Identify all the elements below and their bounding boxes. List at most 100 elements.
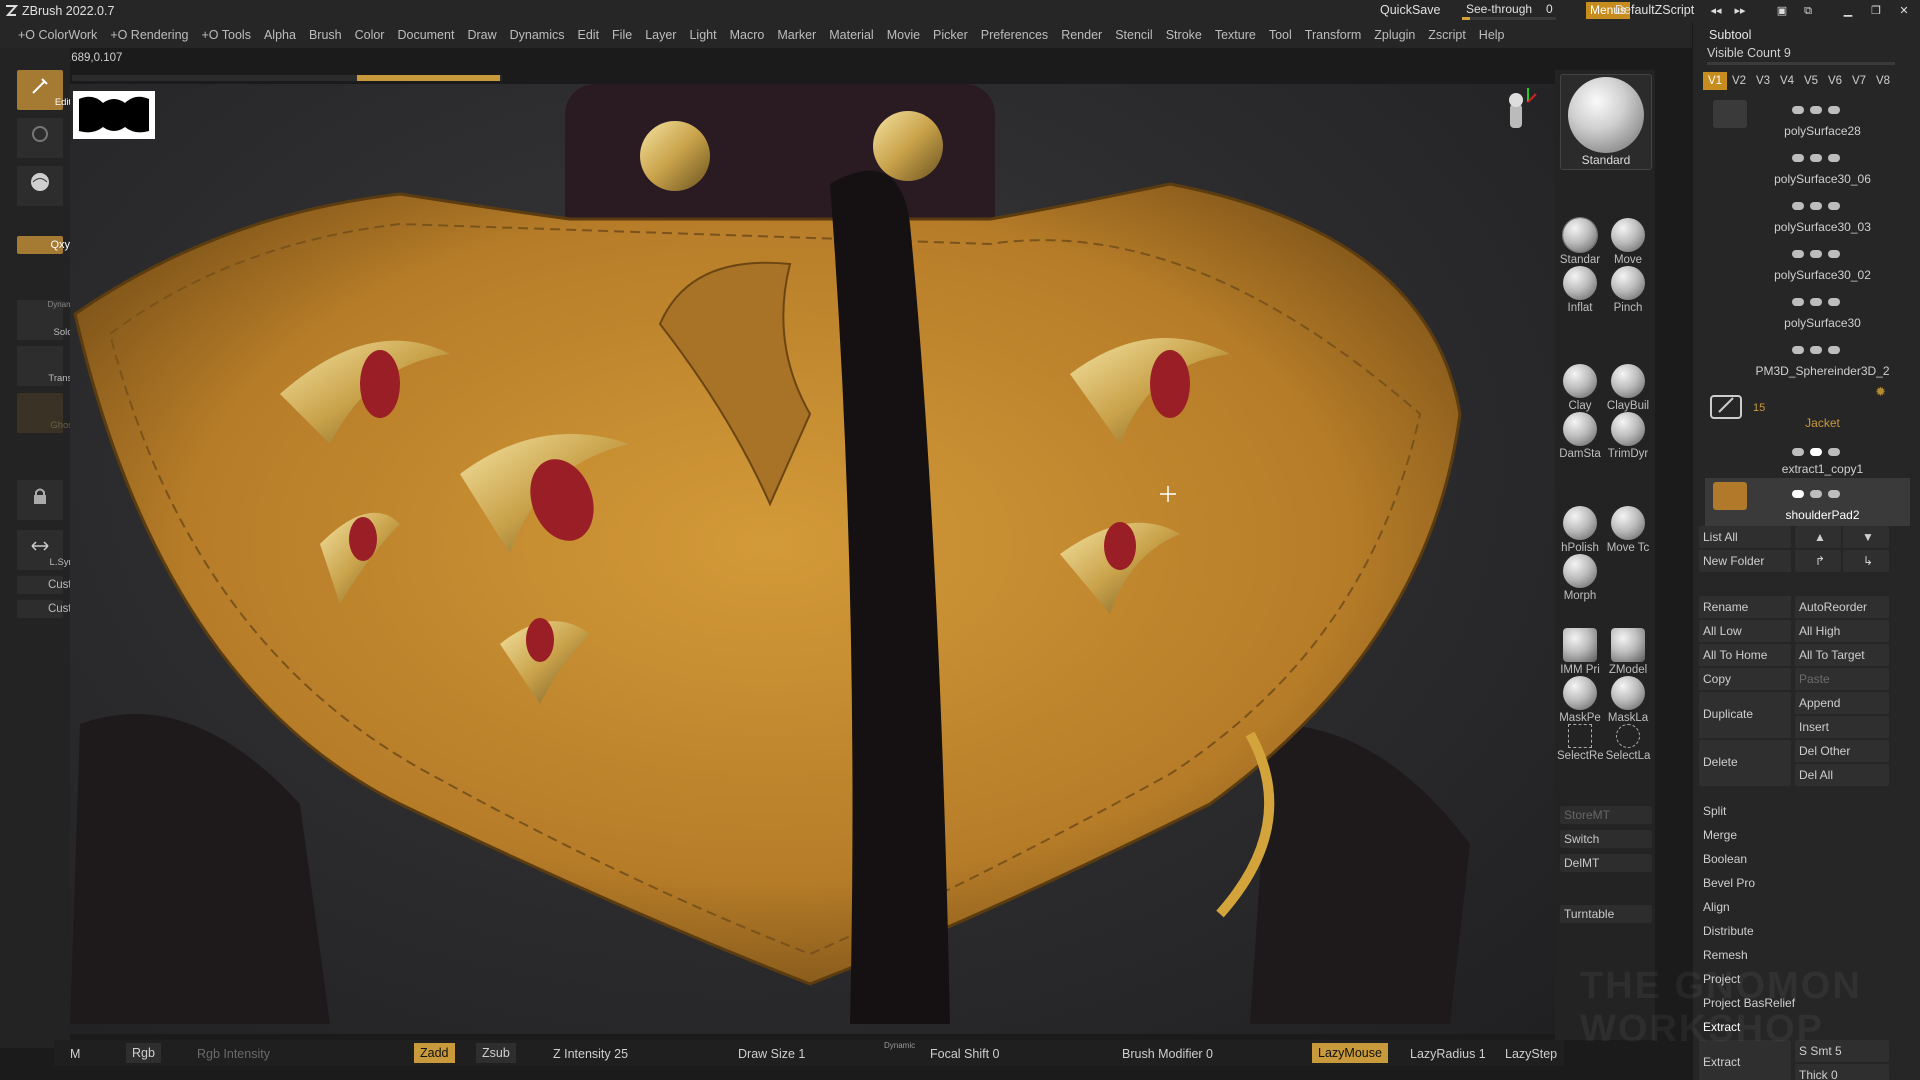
brush-morph[interactable]: Morph	[1557, 554, 1603, 602]
folder-down-button[interactable]: ↳	[1843, 550, 1889, 572]
remesh-section[interactable]: Remesh	[1699, 944, 1889, 966]
edit-mode-button[interactable]: Edit	[17, 70, 71, 110]
menu-dynamics[interactable]: Dynamics	[510, 28, 565, 42]
subtool-toggles[interactable]	[1792, 102, 1902, 114]
delmt-button[interactable]: DelMT	[1560, 854, 1652, 872]
arrows-right-icon[interactable]: ▸▸	[1732, 3, 1748, 19]
menu-stencil[interactable]: Stencil	[1115, 28, 1153, 42]
brush-zmodeler[interactable]: ZModel	[1605, 628, 1651, 676]
draw-size-slider[interactable]: Draw Size 1	[738, 1047, 805, 1061]
paste-button[interactable]: Paste	[1795, 668, 1889, 690]
vtab-v1[interactable]: V1	[1703, 72, 1727, 90]
subtool-toggles[interactable]	[1792, 150, 1902, 162]
vtab-v4[interactable]: V4	[1775, 72, 1799, 90]
layout-icon[interactable]: ▣	[1774, 3, 1790, 19]
duplicate-button[interactable]: Duplicate	[1699, 692, 1791, 738]
cust1-button[interactable]: Cust1	[17, 576, 78, 594]
material-sphere-button[interactable]	[17, 166, 63, 206]
dynamic-toggle[interactable]: Dynamic	[884, 1041, 915, 1050]
distribute-section[interactable]: Distribute	[1699, 920, 1889, 942]
subtool-folder-row[interactable]: 15 Jacket ✹	[1705, 382, 1910, 430]
all-to-home-button[interactable]: All To Home	[1699, 644, 1791, 666]
brush-movetopological[interactable]: Move Tc	[1605, 506, 1651, 554]
quicksave-button[interactable]: QuickSave	[1380, 3, 1440, 17]
menu-layer[interactable]: Layer	[645, 28, 676, 42]
solo-button[interactable]: Dynamic Solo	[17, 300, 79, 340]
menu-light[interactable]: Light	[689, 28, 716, 42]
rgb-intensity-slider[interactable]: Rgb Intensity	[197, 1047, 270, 1061]
switch-button[interactable]: Switch	[1560, 830, 1652, 848]
brush-claybuildup[interactable]: ClayBuil	[1605, 364, 1651, 412]
align-section[interactable]: Align	[1699, 896, 1889, 918]
menu-texture[interactable]: Texture	[1215, 28, 1256, 42]
subtool-toggles[interactable]	[1792, 198, 1902, 210]
bevel-pro-section[interactable]: Bevel Pro	[1699, 872, 1889, 894]
minimize-icon[interactable]: ▁	[1840, 3, 1856, 19]
visible-count-slider[interactable]	[1707, 62, 1895, 65]
brush-modifier-slider[interactable]: Brush Modifier 0	[1122, 1047, 1213, 1061]
navigation-thumbnail[interactable]	[73, 91, 155, 139]
move-up-button[interactable]: ▲	[1795, 526, 1841, 548]
vtab-v5[interactable]: V5	[1799, 72, 1823, 90]
del-all-button[interactable]: Del All	[1795, 764, 1889, 786]
menu-zplugin[interactable]: Zplugin	[1374, 28, 1415, 42]
subtool-row[interactable]: polySurface30_06	[1705, 142, 1910, 190]
menu-marker[interactable]: Marker	[777, 28, 816, 42]
ghost-button[interactable]: Ghost	[17, 393, 76, 433]
all-high-button[interactable]: All High	[1795, 620, 1889, 642]
subtool-row[interactable]: polySurface30	[1705, 286, 1910, 334]
zsub-button[interactable]: Zsub	[476, 1043, 516, 1063]
brush-selectlasso[interactable]: SelectLa	[1605, 724, 1651, 762]
m-toggle[interactable]: M	[70, 1047, 80, 1061]
brush-clay[interactable]: Clay	[1557, 364, 1603, 412]
menu-preferences[interactable]: Preferences	[981, 28, 1048, 42]
lazymouse-button[interactable]: LazyMouse	[1312, 1043, 1388, 1063]
folder-up-button[interactable]: ↱	[1795, 550, 1841, 572]
vtab-v6[interactable]: V6	[1823, 72, 1847, 90]
thick-slider[interactable]: Thick 0	[1795, 1064, 1889, 1080]
rename-button[interactable]: Rename	[1699, 596, 1791, 618]
delete-button[interactable]: Delete	[1699, 740, 1791, 786]
close-icon[interactable]: ✕	[1896, 3, 1912, 19]
brush-pinch[interactable]: Pinch	[1605, 266, 1651, 314]
canvas-viewport[interactable]	[70, 84, 1555, 1034]
menu-document[interactable]: Document	[397, 28, 454, 42]
vtab-v3[interactable]: V3	[1751, 72, 1775, 90]
vtab-v8[interactable]: V8	[1871, 72, 1895, 90]
subtool-row[interactable]: polySurface28	[1705, 94, 1910, 142]
menu-draw[interactable]: Draw	[467, 28, 496, 42]
brush-imm-primitives[interactable]: IMM Pri	[1557, 628, 1603, 676]
del-other-button[interactable]: Del Other	[1795, 740, 1889, 762]
subtool-row[interactable]: extract1_copy1	[1705, 430, 1910, 478]
rgb-button[interactable]: Rgb	[126, 1043, 161, 1063]
autoreorder-button[interactable]: AutoReorder	[1795, 596, 1889, 618]
copy-button[interactable]: Copy	[1699, 668, 1791, 690]
subtool-toggles[interactable]	[1792, 486, 1902, 498]
menu-color[interactable]: Color	[355, 28, 385, 42]
brush-damstandard[interactable]: DamSta	[1557, 412, 1603, 460]
layout-swap-icon[interactable]: ⧉	[1800, 3, 1816, 19]
brush-masklasso[interactable]: MaskLa	[1605, 676, 1651, 724]
transp-button[interactable]: Transp	[17, 346, 78, 386]
menu-transform[interactable]: Transform	[1305, 28, 1362, 42]
default-zscript-label[interactable]: DefaultZScript	[1615, 3, 1694, 17]
split-section[interactable]: Split	[1699, 800, 1889, 822]
turntable-button[interactable]: Turntable	[1560, 905, 1652, 923]
seethrough-slider[interactable]: See-through 0	[1462, 2, 1556, 20]
insert-button[interactable]: Insert	[1795, 716, 1889, 738]
subtool-row[interactable]: polySurface30_02	[1705, 238, 1910, 286]
menu-edit[interactable]: Edit	[578, 28, 600, 42]
axis-gizmo-icon[interactable]	[1500, 84, 1540, 140]
list-all-button[interactable]: List All	[1699, 526, 1791, 548]
new-folder-button[interactable]: New Folder	[1699, 550, 1791, 572]
vtab-v7[interactable]: V7	[1847, 72, 1871, 90]
lazyradius-slider[interactable]: LazyRadius 1	[1410, 1047, 1486, 1061]
maximize-icon[interactable]: ❐	[1868, 3, 1884, 19]
focal-shift-slider[interactable]: Focal Shift 0	[930, 1047, 999, 1061]
menu-file[interactable]: File	[612, 28, 632, 42]
visible-count[interactable]: Visible Count 9	[1707, 46, 1791, 60]
menu-brush[interactable]: Brush	[309, 28, 342, 42]
menu-macro[interactable]: Macro	[730, 28, 765, 42]
menu-material[interactable]: Material	[829, 28, 873, 42]
all-low-button[interactable]: All Low	[1699, 620, 1791, 642]
